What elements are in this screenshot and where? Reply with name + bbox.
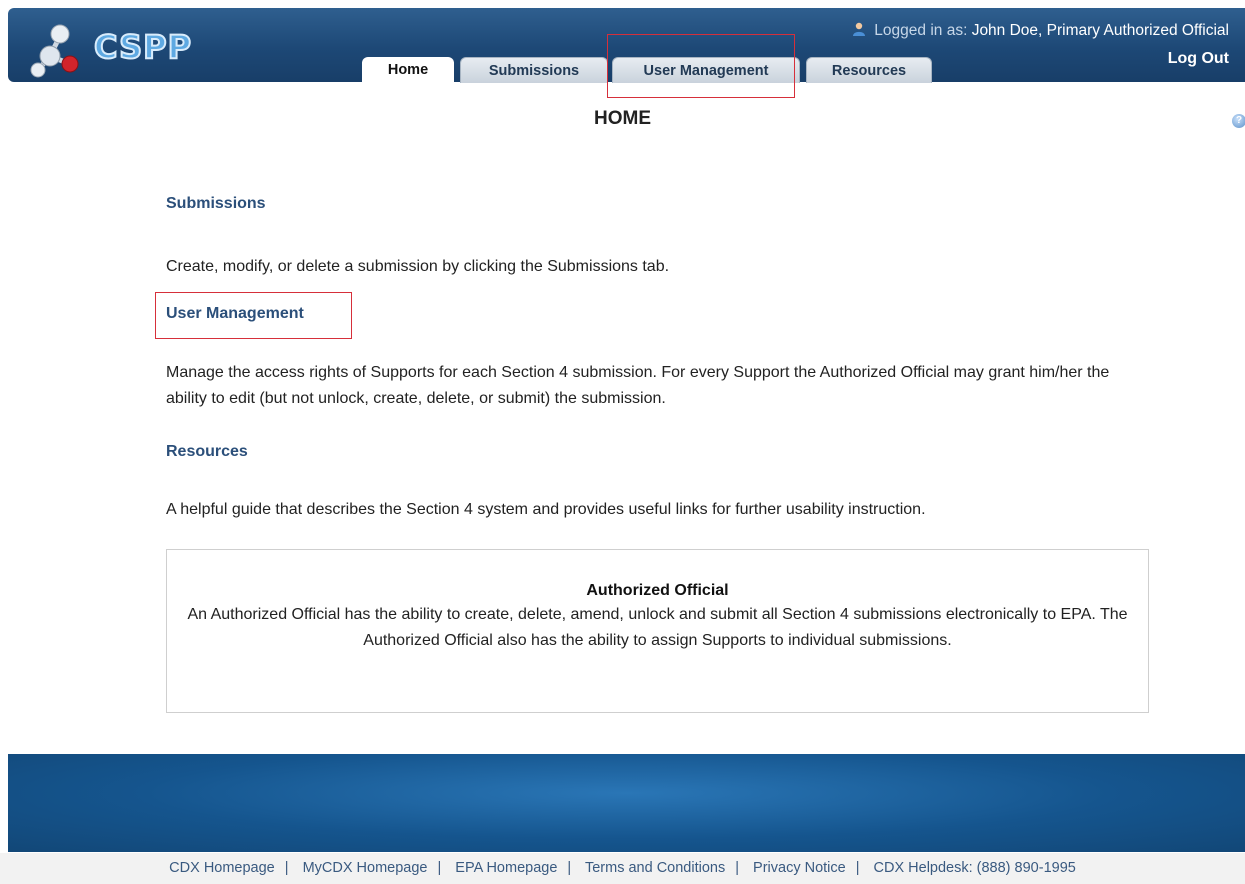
footer-separator: | (735, 860, 739, 876)
section-title-user-management: User Management (166, 305, 304, 322)
footer-link-privacy[interactable]: Privacy Notice (753, 860, 846, 876)
section-text-resources: A helpful guide that describes the Secti… (166, 501, 926, 518)
footer-banner (8, 754, 1245, 852)
footer-link-terms[interactable]: Terms and Conditions (585, 860, 725, 876)
section-title-submissions: Submissions (166, 195, 266, 212)
tab-user-management[interactable]: User Management (612, 57, 800, 83)
footer-link-cdx-homepage[interactable]: CDX Homepage (169, 860, 275, 876)
info-box-title: Authorized Official (586, 582, 729, 599)
info-box-text: An Authorized Official has the ability t… (187, 606, 1128, 649)
footer-separator: | (437, 860, 442, 876)
footer-links: CDX Homepage | MyCDX Homepage | EPA Homepa… (0, 853, 1245, 884)
footer-separator: | (855, 860, 860, 876)
authorized-official-info-box: Authorized Official An Authorized Offici… (166, 549, 1149, 713)
section-text-submissions: Create, modify, or delete a submission b… (166, 258, 670, 275)
footer-separator: | (284, 860, 289, 876)
section-text-user-management: Manage the access rights of Supports for… (166, 364, 1110, 407)
section-title-resources: Resources (166, 443, 248, 460)
tab-submissions[interactable]: Submissions (460, 57, 608, 83)
help-icon[interactable]: ? (1232, 114, 1245, 128)
user-name: John Doe, Primary Authorized Official (971, 22, 1229, 39)
user-icon (852, 22, 865, 36)
logged-in-label: Logged in as: (874, 22, 968, 39)
footer-link-epa-homepage[interactable]: EPA Homepage (455, 860, 557, 876)
logged-in-status: Logged in as: John Doe, Primary Authoriz… (852, 22, 1229, 40)
footer-separator: | (567, 860, 572, 876)
page-title: HOME (594, 108, 651, 129)
tab-resources[interactable]: Resources (806, 57, 932, 83)
tab-home[interactable]: Home (362, 57, 454, 83)
app-logo-text: CSPP (93, 27, 193, 67)
footer-link-helpdesk[interactable]: CDX Helpdesk: (888) 890-1995 (874, 860, 1076, 876)
molecule-logo-icon (30, 24, 79, 78)
footer-link-mycdx-homepage[interactable]: MyCDX Homepage (303, 860, 428, 876)
logout-link[interactable]: Log Out (1168, 50, 1229, 68)
